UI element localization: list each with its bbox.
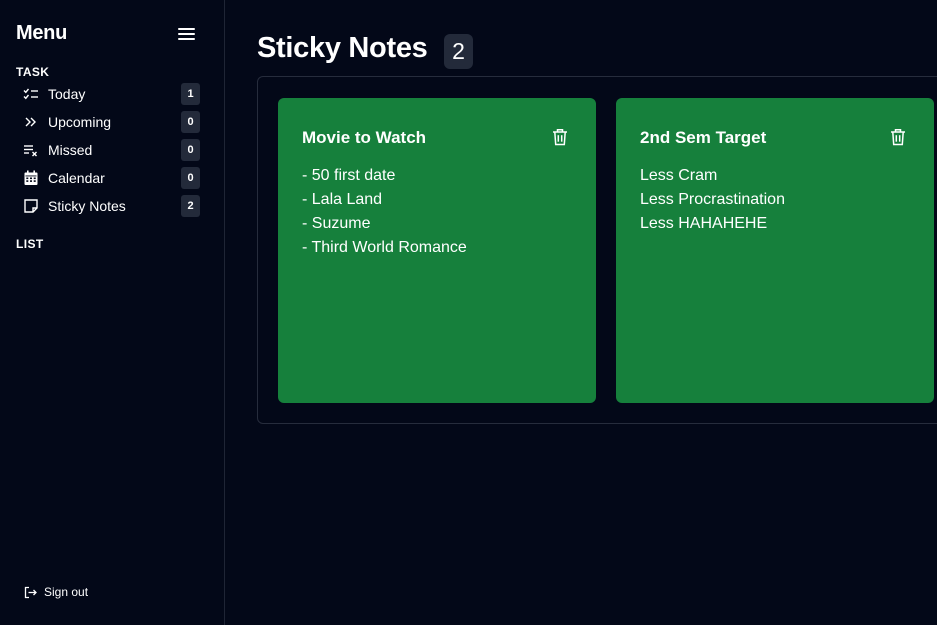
list-section-label: LIST [16, 237, 44, 251]
hamburger-menu-icon[interactable] [178, 28, 196, 42]
note-body: Less Cram Less Procrastination Less HAHA… [640, 164, 910, 236]
sign-out-label: Sign out [44, 585, 89, 599]
sidebar-item-label: Sticky Notes [48, 198, 126, 214]
note-line: - 50 first date [302, 167, 396, 184]
note-body: - 50 first date - Lala Land - Suzume - T… [302, 164, 572, 260]
sidebar-item-label: Today [48, 86, 86, 102]
note-title: Movie to Watch [302, 128, 427, 147]
note-line: - Third World Romance [302, 239, 467, 256]
sticky-note-card[interactable]: 2nd Sem Target Less Cram Less Procrastin… [616, 98, 934, 403]
sign-out-button[interactable]: Sign out [24, 582, 134, 604]
task-section-label: TASK [16, 65, 50, 79]
note-line: Less Cram [640, 167, 718, 184]
sidebar-item-missed[interactable]: Missed 0 [16, 136, 206, 164]
note-line: - Suzume [302, 215, 371, 232]
sign-out-icon [24, 586, 37, 599]
note-line: Less HAHAHEHE [640, 215, 768, 232]
sidebar-item-sticky-notes[interactable]: Sticky Notes 2 [16, 192, 206, 220]
sidebar-item-label: Upcoming [48, 114, 112, 130]
count-badge: 0 [181, 111, 200, 133]
sticky-note-icon [24, 199, 38, 213]
count-badge: 2 [181, 195, 200, 217]
note-title: 2nd Sem Target [640, 128, 767, 147]
count-badge: 1 [181, 83, 200, 105]
notes-count-badge: 2 [444, 34, 473, 69]
sidebar-item-label: Missed [48, 142, 93, 158]
double-chevron-right-icon [25, 117, 36, 127]
page-title: Sticky Notes [257, 32, 428, 64]
sidebar: Menu TASK Today 1 Upcoming 0 Missed 0 Ca… [0, 0, 225, 625]
sidebar-item-label: Calendar [48, 170, 105, 186]
app-root: Menu TASK Today 1 Upcoming 0 Missed 0 Ca… [0, 0, 937, 625]
sidebar-item-upcoming[interactable]: Upcoming 0 [16, 108, 206, 136]
sticky-note-card[interactable]: Movie to Watch - 50 first date - Lala La… [278, 98, 596, 403]
note-line: Less Procrastination [640, 191, 785, 208]
menu-title: Menu [16, 22, 68, 44]
note-line: - Lala Land [302, 191, 383, 208]
sidebar-item-today[interactable]: Today 1 [16, 80, 206, 108]
count-badge: 0 [181, 167, 200, 189]
trash-icon[interactable] [552, 128, 568, 146]
sidebar-item-calendar[interactable]: Calendar 0 [16, 164, 206, 192]
trash-icon[interactable] [890, 128, 906, 146]
calendar-icon [24, 170, 38, 185]
count-badge: 0 [181, 139, 200, 161]
checklist-icon [23, 88, 38, 100]
list-x-icon [24, 145, 37, 157]
